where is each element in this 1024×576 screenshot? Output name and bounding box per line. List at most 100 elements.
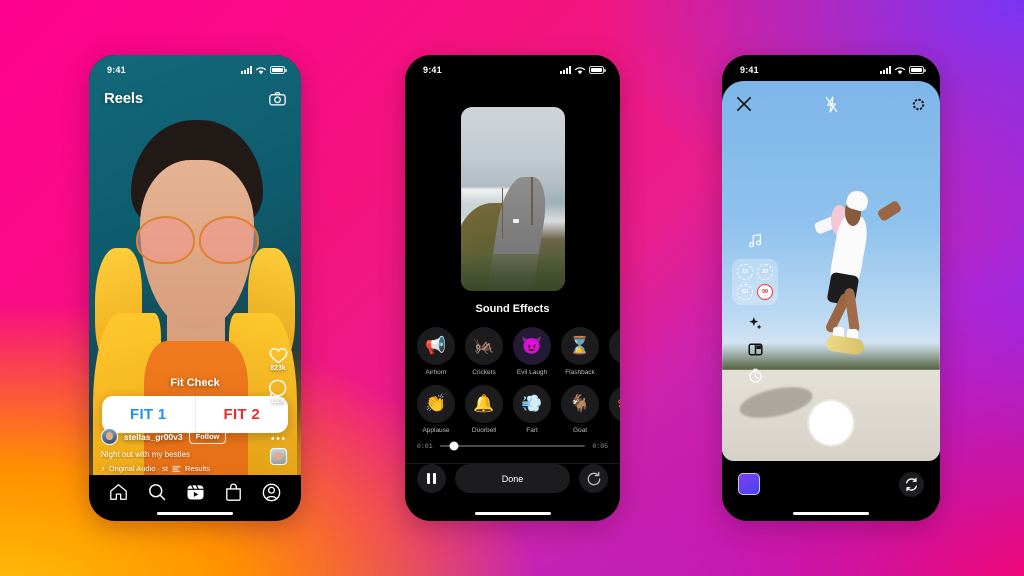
music-icon[interactable] — [748, 233, 763, 248]
duration-option-30[interactable]: 30 — [757, 264, 773, 280]
gear-icon[interactable] — [911, 97, 926, 112]
timeline-total-time: 0:05 — [592, 442, 608, 450]
like-action[interactable]: 823k — [269, 347, 288, 372]
sound-effect-plot-twist[interactable]: 🎭 Plot T — [609, 385, 620, 434]
sound-effect-label: Plot T — [609, 427, 621, 434]
duration-option-60[interactable]: 60 — [737, 284, 753, 300]
sound-effect-label: Fart — [526, 427, 538, 434]
viewfinder-skateboarder — [813, 184, 903, 359]
sound-effects-row-2: 👏 Applause 🔔 Doorbell 💨 Fart 🐐 Goat 🎭 — [405, 385, 620, 434]
battery-icon — [589, 66, 606, 74]
sound-effect-label: Flashback — [565, 369, 595, 376]
effects-icon[interactable] — [748, 316, 763, 331]
username[interactable]: stellas_gr00v3 — [124, 432, 183, 442]
status-indicators — [560, 66, 606, 75]
sound-effect-doorbell[interactable]: 🔔 Doorbell — [465, 385, 503, 434]
sidebar-item-home-icon[interactable] — [109, 483, 128, 501]
doorbell-icon: 🔔 — [465, 385, 503, 423]
phone2-screen: 9:41 Sound Effects 📢 Airhorn 🦗 Crickets … — [405, 55, 620, 521]
crickets-icon: 🦗 — [465, 327, 503, 365]
sound-effect-airhorn[interactable]: 📢 Airhorn — [417, 327, 455, 376]
flashback-icon: ⌛ — [561, 327, 599, 365]
avatar[interactable] — [101, 428, 118, 445]
results-label[interactable]: Results — [185, 464, 210, 473]
evil-laugh-icon: 😈 — [513, 327, 551, 365]
sound-effect-applause[interactable]: 👏 Applause — [417, 385, 455, 434]
timeline-scrubber[interactable]: 0:01 0:05 — [405, 435, 620, 457]
more-dots-icon — [271, 437, 285, 440]
preview-pole — [502, 187, 504, 240]
pause-button[interactable] — [417, 464, 446, 493]
skateboard — [824, 334, 866, 356]
duration-option-90[interactable]: 90 — [757, 284, 773, 300]
share-action[interactable] — [269, 412, 287, 429]
comment-action[interactable]: 1.2K — [269, 379, 287, 405]
post-metadata: stellas_gr00v3 Follow Night out with my … — [101, 428, 251, 473]
flash-off-icon[interactable] — [825, 95, 838, 113]
duration-option-15[interactable]: 15 — [737, 264, 753, 280]
pause-icon — [427, 473, 436, 484]
duration-selector: 15 30 60 90 — [732, 259, 778, 305]
sound-effect-label: Doorbell — [471, 427, 497, 434]
clip-preview[interactable] — [460, 107, 565, 291]
sound-effects-row-1: 📢 Airhorn 🦗 Crickets 😈 Evil Laugh ⌛ Flas… — [405, 327, 620, 376]
cellular-bars-icon — [241, 66, 252, 74]
camera-tool-rail: 15 30 60 90 — [732, 233, 778, 383]
status-bar-phone1: 9:41 — [89, 55, 301, 81]
status-bar-phone2: 9:41 — [405, 55, 620, 81]
applause-icon: 👏 — [417, 385, 455, 423]
more-action[interactable] — [270, 436, 286, 441]
sound-effect-evil-laugh[interactable]: 😈 Evil Laugh — [513, 327, 551, 376]
undo-icon — [587, 471, 600, 485]
fart-icon: 💨 — [513, 385, 551, 423]
plot-twist-icon: 🎭 — [609, 385, 620, 423]
comment-icon — [269, 379, 287, 397]
wifi-icon — [255, 66, 267, 74]
done-button[interactable]: Done — [455, 464, 570, 493]
results-icon — [172, 465, 181, 472]
sound-effect-flashback[interactable]: ⌛ Flashback — [561, 327, 599, 376]
sound-effect-fart[interactable]: 💨 Fart — [513, 385, 551, 434]
airhorn-icon: 📢 — [417, 327, 455, 365]
sidebar-item-shop-icon[interactable] — [225, 483, 242, 501]
music-note-icon: ♪ — [101, 464, 105, 473]
share-icon — [269, 413, 287, 428]
preview-pole — [531, 176, 533, 225]
status-time: 9:41 — [423, 65, 442, 75]
cellular-bars-icon — [880, 66, 891, 74]
home-indicator — [474, 511, 551, 515]
sidebar-item-profile-icon[interactable] — [262, 483, 281, 502]
layout-icon[interactable] — [747, 342, 763, 357]
sound-effect-label: No — [609, 369, 620, 376]
status-time: 9:41 — [107, 65, 126, 75]
sidebar-item-reels-icon[interactable] — [186, 483, 205, 501]
flip-camera-button[interactable] — [899, 471, 924, 497]
timer-icon[interactable] — [748, 368, 763, 383]
status-time: 9:41 — [740, 65, 759, 75]
undo-button[interactable] — [579, 464, 608, 493]
preview-car — [512, 219, 519, 224]
flip-camera-icon — [905, 477, 918, 491]
sidebar-item-search-icon[interactable] — [148, 483, 166, 501]
sound-effect-crickets[interactable]: 🦗 Crickets — [465, 327, 503, 376]
battery-icon — [270, 66, 287, 74]
timeline-track[interactable] — [439, 441, 586, 451]
sound-effect-label: Airhorn — [425, 369, 447, 376]
phone1-screen: 9:41 Reels Fit Check FIT 1 FIT 2 stellas… — [89, 55, 301, 521]
status-bar-phone3: 9:41 — [722, 55, 940, 81]
sound-effect-goat[interactable]: 🐐 Goat — [561, 385, 599, 434]
audio-attribution-row[interactable]: ♪ Original Audio · st Results — [101, 464, 251, 473]
sound-effect-no[interactable]: 👎 No — [609, 327, 620, 376]
preview-foliage — [460, 254, 565, 291]
gallery-thumbnail[interactable] — [738, 473, 760, 495]
comment-count: 1.2K — [270, 398, 286, 405]
audio-thumbnail-icon[interactable] — [269, 448, 287, 465]
cellular-bars-icon — [560, 66, 571, 74]
close-icon[interactable] — [736, 96, 752, 112]
timeline-playhead[interactable] — [449, 441, 459, 451]
camera-icon[interactable] — [269, 91, 286, 106]
sound-effect-label: Goat — [572, 427, 588, 434]
follow-button[interactable]: Follow — [188, 429, 227, 444]
shutter-button[interactable] — [809, 401, 853, 445]
reels-header: Reels — [89, 81, 301, 115]
